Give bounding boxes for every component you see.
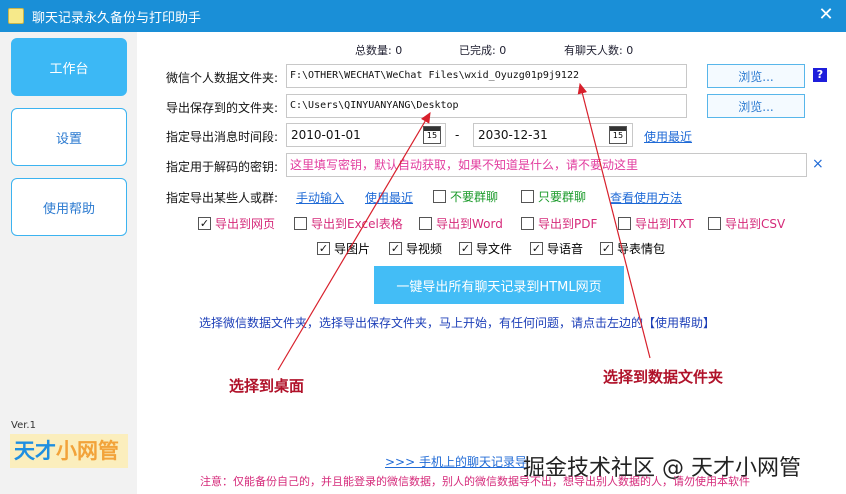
version-label: Ver.1 [11, 420, 36, 431]
annotation-arrows [277, 82, 651, 371]
brand-logo: 天才小网管 [10, 434, 128, 468]
sidebar-item-help[interactable]: 使用帮助 [11, 178, 127, 236]
logo-text-part2: 小网管 [56, 439, 119, 463]
main-panel: 总数量: 0 已完成: 0 有聊天人数: 0 微信个人数据文件夹: F:\OTH… [137, 32, 846, 494]
app-icon [8, 8, 24, 24]
sidebar-item-workbench[interactable]: 工作台 [11, 38, 127, 96]
sidebar: 工作台 设置 使用帮助 Ver.1 天才小网管 [0, 32, 137, 494]
close-button[interactable]: ✕ [816, 4, 836, 26]
arrow-to-data-folder [577, 82, 651, 359]
window-title: 聊天记录永久备份与打印助手 [32, 11, 202, 26]
title-bar: 聊天记录永久备份与打印助手 ✕ [0, 0, 846, 32]
arrow-to-save-folder [277, 111, 431, 371]
sidebar-item-settings[interactable]: 设置 [11, 108, 127, 166]
logo-text-part1: 天才 [14, 439, 56, 463]
